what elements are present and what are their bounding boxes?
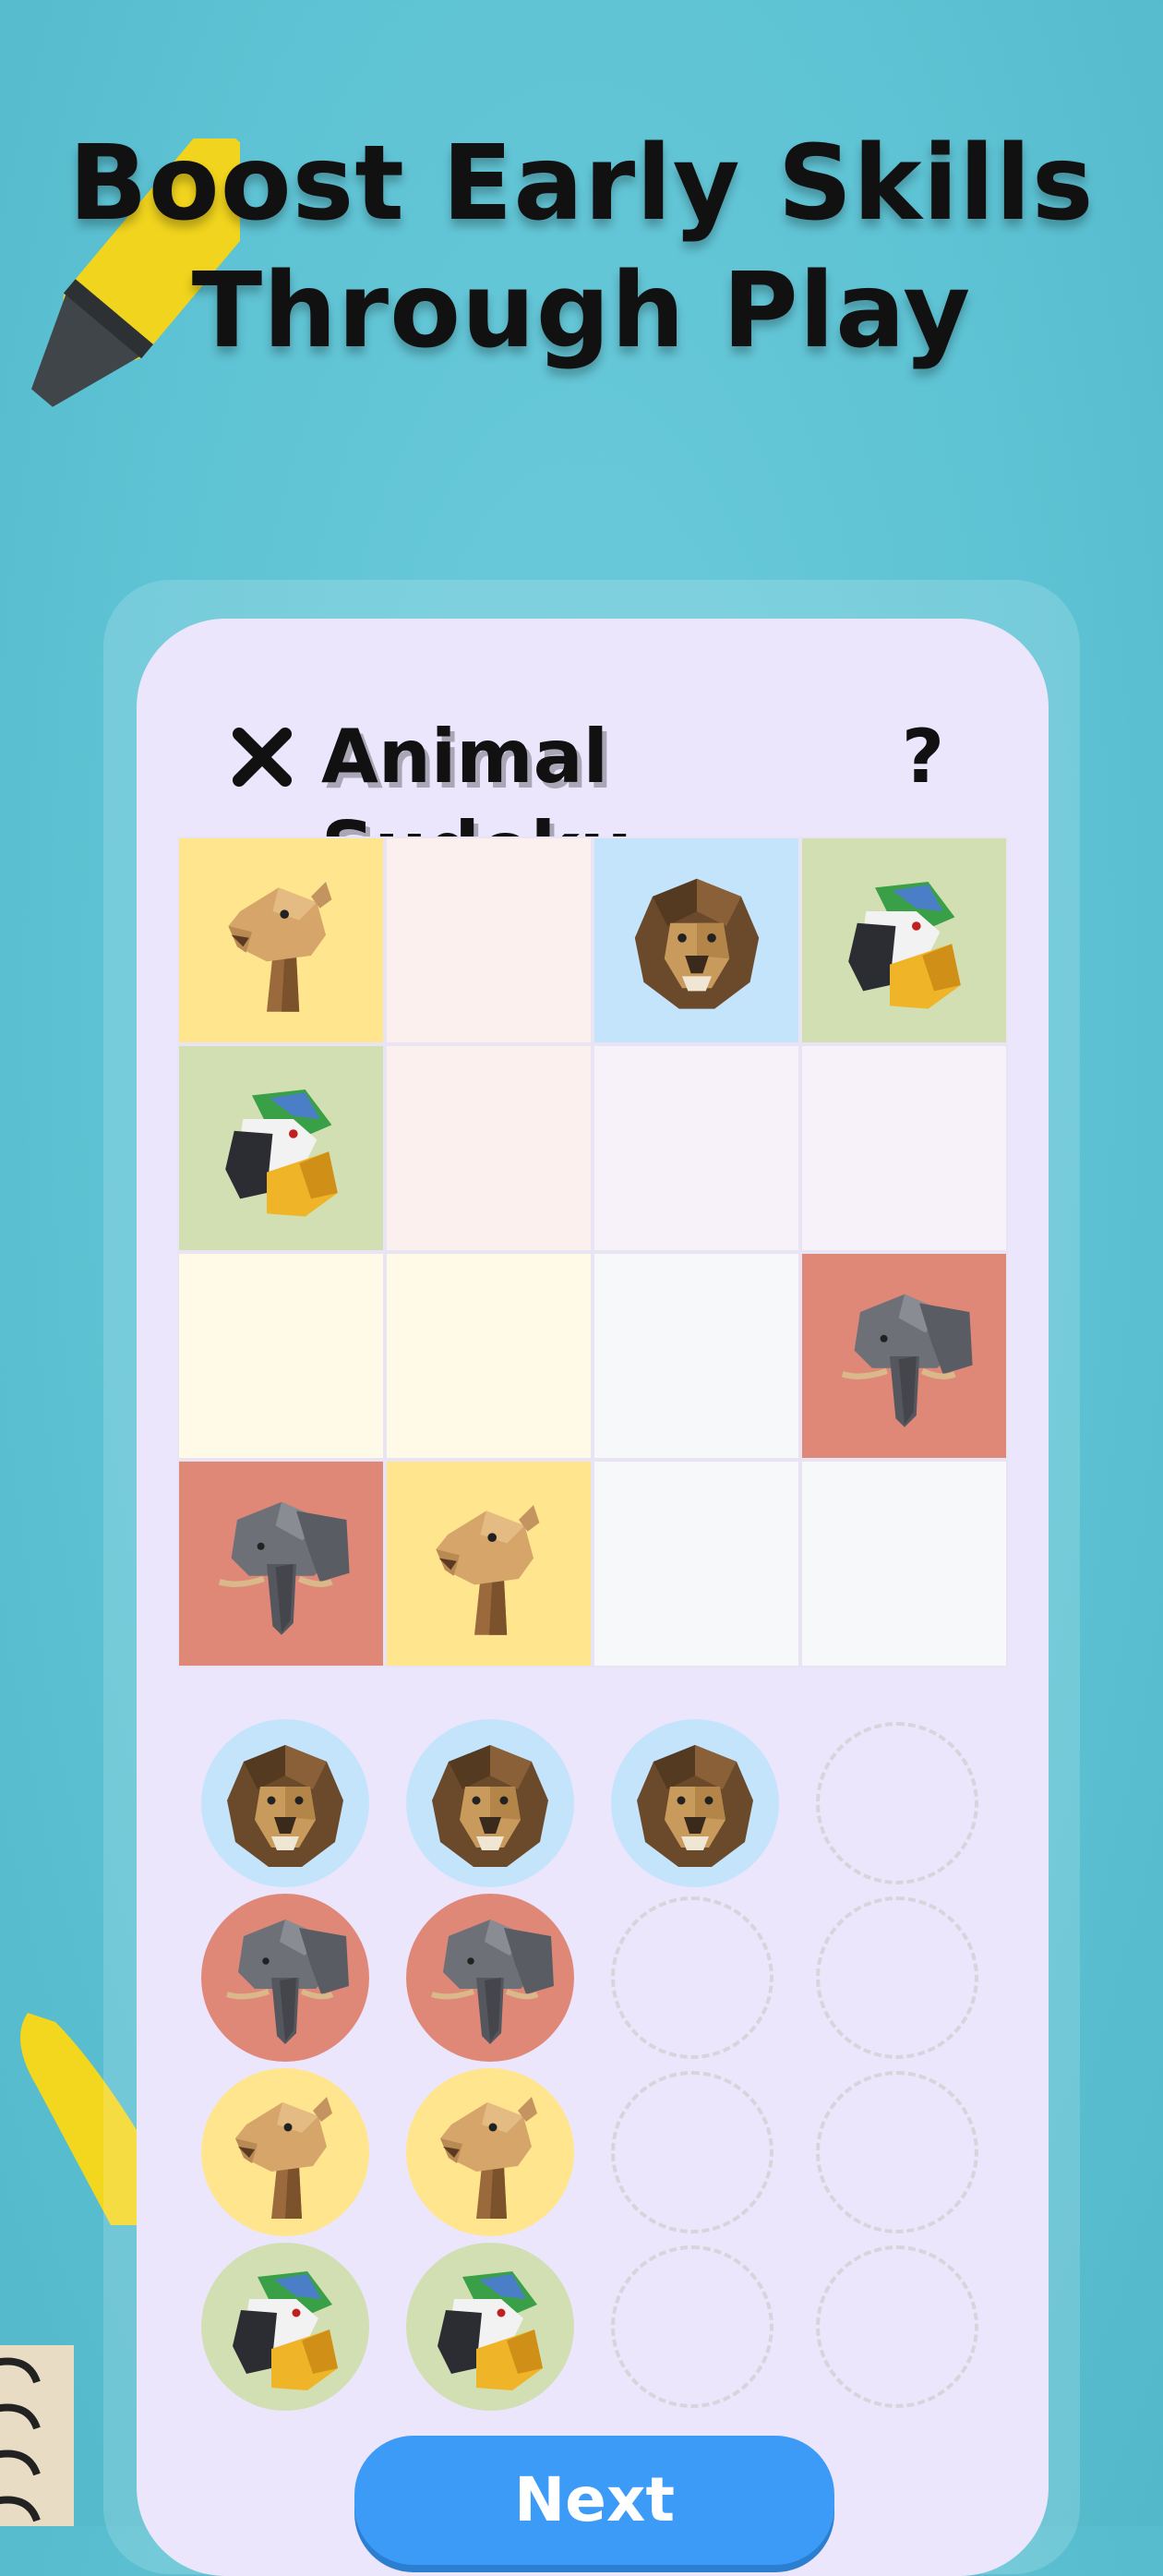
lion-icon [227, 1744, 343, 1867]
camel-icon [227, 881, 331, 1012]
parrot-token[interactable] [406, 2242, 574, 2411]
tray-slot-lion[interactable] [201, 1715, 406, 1890]
lion-icon [634, 878, 759, 1009]
camel-token[interactable] [201, 2067, 369, 2236]
close-button[interactable] [225, 720, 299, 794]
parrot-icon [224, 1089, 338, 1217]
elephant-icon [841, 1294, 973, 1427]
help-button[interactable]: ? [886, 711, 960, 803]
elephant-token[interactable] [201, 1893, 369, 2062]
empty-token-placeholder [611, 2245, 773, 2408]
grid-cell-empty[interactable] [385, 837, 593, 1044]
parrot-icon [233, 2270, 338, 2390]
headline-line-2: Through Play [191, 251, 972, 371]
grid-cell-empty[interactable] [593, 1460, 800, 1667]
camel-icon [435, 1504, 539, 1635]
elephant-icon [431, 1919, 554, 2044]
animal-tray [201, 1715, 1013, 2413]
lion-token[interactable] [406, 1718, 574, 1887]
tray-slot-elephant[interactable] [201, 1890, 406, 2064]
tray-slot-empty [611, 2064, 816, 2239]
parrot-icon [847, 881, 961, 1009]
grid-cell-elephant[interactable] [800, 1252, 1008, 1460]
lion-token[interactable] [201, 1718, 369, 1887]
lion-icon [432, 1744, 548, 1867]
grid-cell-parrot[interactable] [800, 837, 1008, 1044]
camel-token[interactable] [406, 2067, 574, 2236]
parrot-token[interactable] [201, 2242, 369, 2411]
camel-icon [440, 2096, 537, 2219]
elephant-token[interactable] [406, 1893, 574, 2062]
tray-slot-empty [816, 2064, 1021, 2239]
camel-icon [235, 2096, 332, 2219]
empty-token-placeholder [816, 2070, 978, 2233]
game-header: Animal Sudoku ? [137, 702, 1049, 892]
empty-token-placeholder [816, 2245, 978, 2408]
tray-slot-empty [611, 2239, 816, 2413]
grid-cell-empty[interactable] [385, 1252, 593, 1460]
promo-headline: Boost Early Skills Through Play [0, 120, 1163, 375]
lion-token[interactable] [611, 1718, 779, 1887]
grid-cell-empty[interactable] [593, 1044, 800, 1252]
grid-cell-parrot[interactable] [177, 1044, 385, 1252]
headline-line-1: Boost Early Skills [68, 124, 1095, 244]
tray-slot-parrot[interactable] [406, 2239, 611, 2413]
grid-cell-empty[interactable] [177, 1252, 385, 1460]
tray-slot-camel[interactable] [201, 2064, 406, 2239]
elephant-icon [226, 1919, 349, 2044]
parrot-icon [438, 2270, 543, 2390]
empty-token-placeholder [816, 1721, 978, 1884]
next-button[interactable]: Next [354, 2436, 834, 2565]
tray-slot-lion[interactable] [611, 1715, 816, 1890]
empty-token-placeholder [816, 1896, 978, 2059]
grid-cell-empty[interactable] [800, 1044, 1008, 1252]
tray-slot-empty [611, 1890, 816, 2064]
notebook-spiral-decoration [0, 2345, 74, 2526]
lion-icon [637, 1744, 753, 1867]
tray-slot-parrot[interactable] [201, 2239, 406, 2413]
grid-cell-camel[interactable] [385, 1460, 593, 1667]
grid-cell-empty[interactable] [800, 1460, 1008, 1667]
empty-token-placeholder [611, 1896, 773, 2059]
game-card: Animal Sudoku ? [137, 619, 1049, 2576]
tray-slot-empty [816, 2239, 1021, 2413]
empty-token-placeholder [611, 2070, 773, 2233]
tray-slot-camel[interactable] [406, 2064, 611, 2239]
grid-cell-lion[interactable] [593, 837, 800, 1044]
close-icon [233, 728, 292, 787]
sudoku-grid [177, 837, 1008, 1667]
grid-cell-empty[interactable] [593, 1252, 800, 1460]
tray-slot-elephant[interactable] [406, 1890, 611, 2064]
grid-cell-camel[interactable] [177, 837, 385, 1044]
elephant-icon [218, 1501, 350, 1635]
tray-slot-empty [816, 1890, 1021, 2064]
grid-cell-empty[interactable] [385, 1044, 593, 1252]
tray-slot-lion[interactable] [406, 1715, 611, 1890]
grid-cell-elephant[interactable] [177, 1460, 385, 1667]
tray-slot-empty [816, 1715, 1021, 1890]
